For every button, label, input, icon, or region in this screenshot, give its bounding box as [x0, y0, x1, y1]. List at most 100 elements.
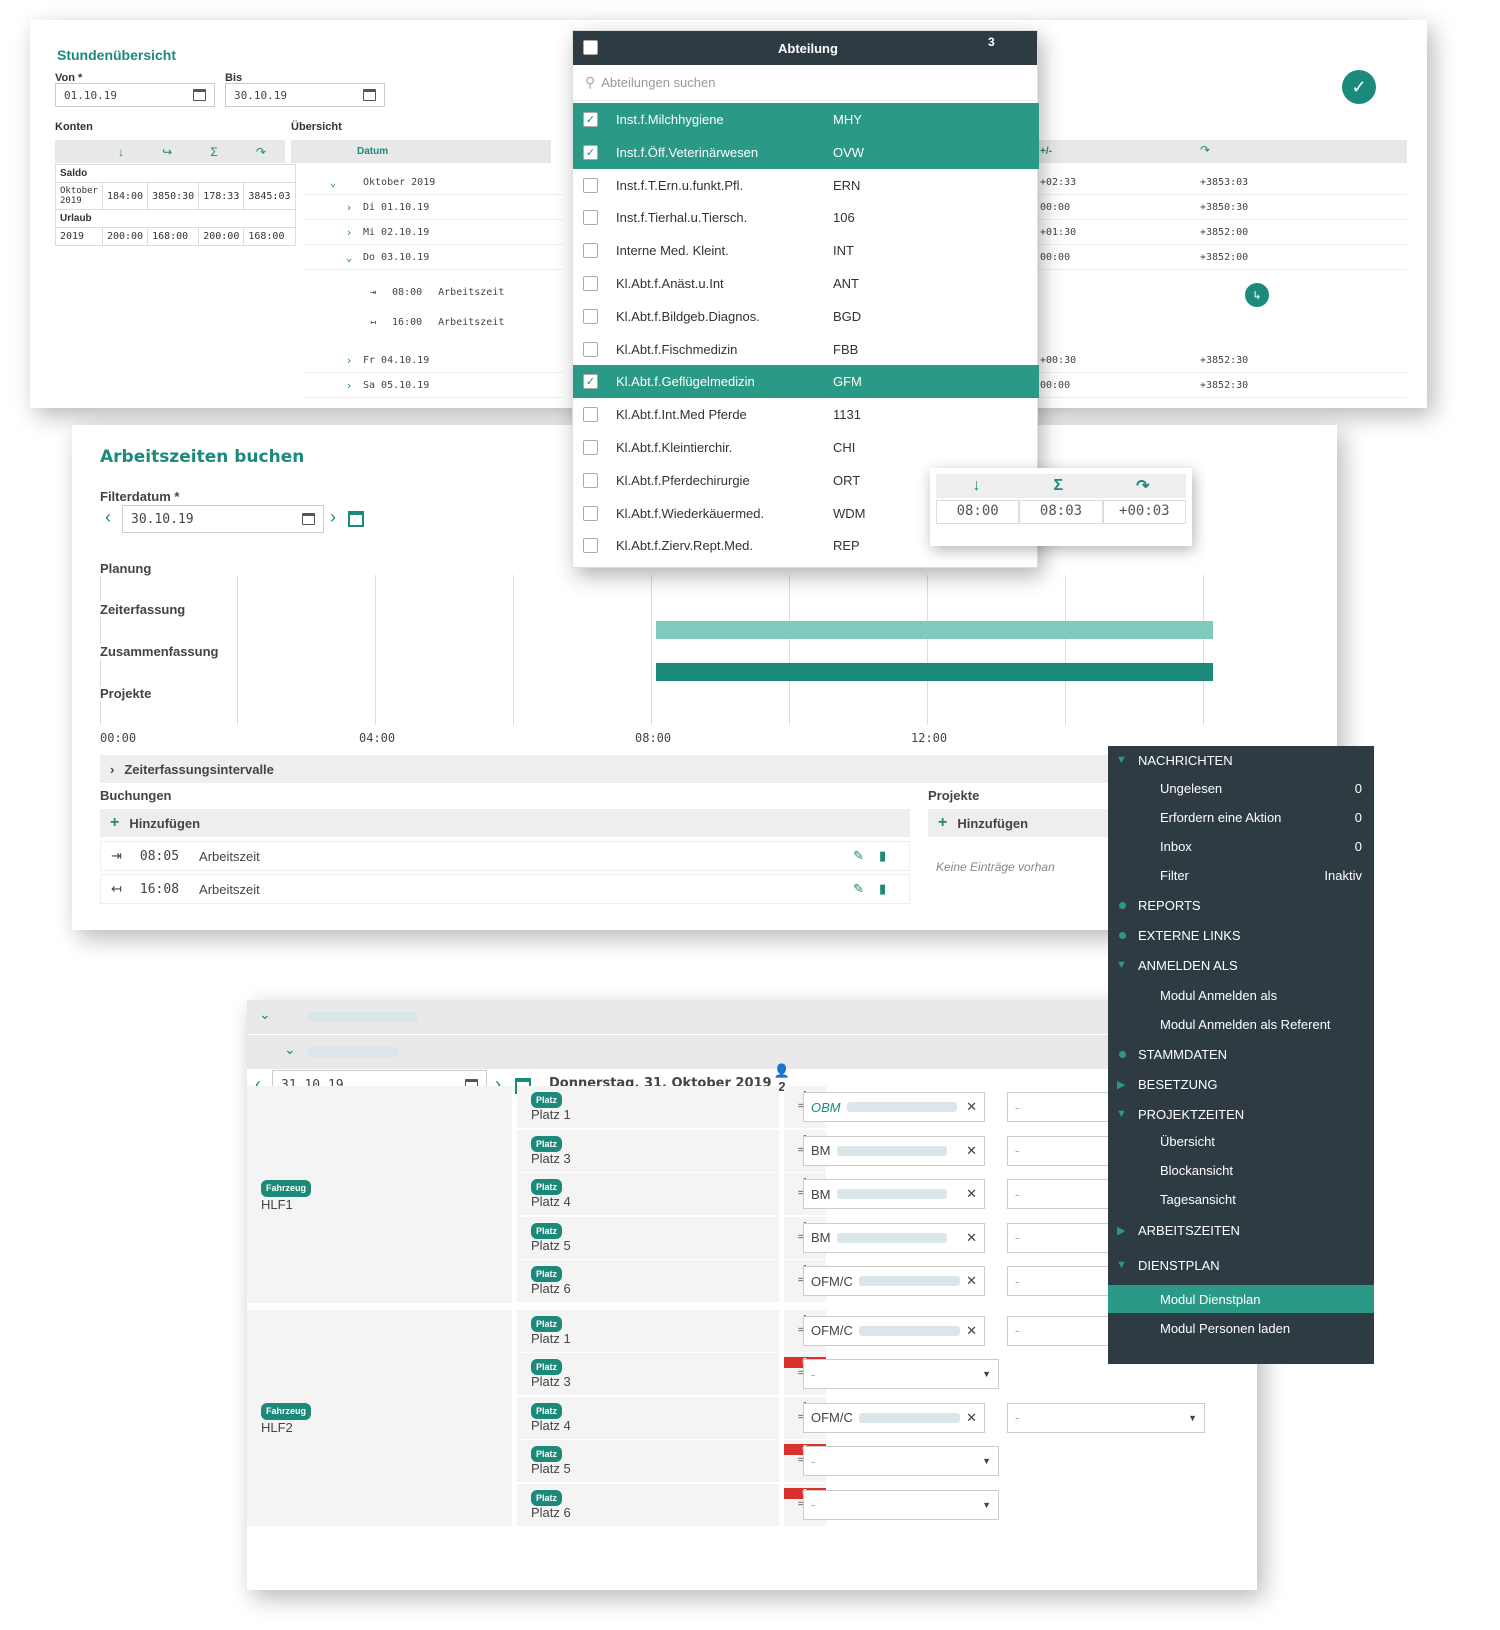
abteilung-option[interactable]: ✓ Kl.Abt.f.Geflügelmedizin GFM [573, 365, 1039, 399]
nav-item[interactable]: Filter Inaktiv [1108, 861, 1374, 889]
close-icon[interactable]: ✕ [966, 1410, 977, 1426]
person-select[interactable]: BM ✕ [803, 1222, 985, 1253]
abteilung-option[interactable]: Inst.f.Tierhal.u.Tiersch. 106 [573, 201, 1039, 234]
close-icon[interactable]: ✕ [966, 1273, 977, 1289]
nav-item[interactable]: Modul Anmelden als [1108, 981, 1374, 1009]
option-checkbox[interactable] [583, 308, 598, 324]
nav-item[interactable]: REPORTS [1108, 891, 1374, 919]
buchung-add-button[interactable]: + Hinzufügen [100, 809, 910, 837]
bis-date-input[interactable]: 30.10.19 [225, 83, 385, 107]
filterdatum-input[interactable]: 30.10.19 [122, 505, 324, 533]
abteilung-option[interactable]: Inst.f.T.Ern.u.funkt.Pfl. ERN [573, 169, 1039, 202]
overview-row[interactable]: › Mi 02.10.19 [303, 220, 563, 245]
abteilung-option[interactable]: Kl.Abt.f.Int.Med Pferde 1131 [573, 398, 1039, 431]
projekt-add-button[interactable]: + Hinzufügen [928, 809, 1110, 837]
zeiterfassung-bar[interactable] [656, 621, 1213, 639]
person-select[interactable]: OBM ✕ [803, 1092, 985, 1122]
overview-row-month[interactable]: ⌄ Oktober 2019 [303, 170, 563, 195]
chevron-right-icon[interactable]: › [303, 379, 363, 392]
nav-item[interactable]: EXTERNE LINKS [1108, 921, 1374, 949]
nav-item[interactable]: Inbox 0 [1108, 832, 1374, 860]
person-select[interactable]: BM ✕ [803, 1179, 985, 1209]
chevron-down-icon[interactable]: ⌄ [259, 1006, 271, 1023]
person-select[interactable]: OFM/C ✕ [803, 1402, 985, 1433]
chevron-left-icon[interactable]: ‹ [105, 507, 111, 528]
calendar-icon[interactable] [363, 89, 376, 101]
overview-row[interactable]: › Fr 04.10.19 [303, 348, 563, 373]
edit-icon[interactable]: ✎ [853, 848, 864, 864]
nav-item[interactable]: ▶ BESETZUNG [1108, 1070, 1374, 1098]
option-checkbox[interactable] [583, 407, 598, 423]
option-checkbox[interactable] [583, 440, 598, 455]
nav-item[interactable]: ▼ NACHRICHTEN [1108, 746, 1374, 774]
nav-item[interactable]: ▼ ANMELDEN ALS [1108, 951, 1374, 979]
list-item[interactable]: ↤ 16:08 Arbeitszeit ✎ ▮ [100, 874, 910, 904]
person-select[interactable]: OFM/C ✕ [803, 1266, 985, 1296]
option-checkbox[interactable] [583, 210, 598, 226]
abteilung-option[interactable]: ✓ Inst.f.Öff.Veterinärwesen OVW [573, 135, 1039, 169]
trash-icon[interactable]: ▮ [879, 848, 886, 864]
option-checkbox[interactable]: ✓ [583, 144, 598, 160]
nav-item[interactable]: Tagesansicht [1108, 1185, 1374, 1213]
zusammenfassung-bar[interactable] [656, 663, 1213, 681]
nav-item[interactable]: Blockansicht [1108, 1156, 1374, 1184]
chevron-down-icon[interactable]: ⌄ [284, 1041, 296, 1058]
nav-item[interactable]: Modul Anmelden als Referent [1108, 1010, 1374, 1038]
chevron-right-icon[interactable]: › [303, 201, 363, 214]
function-select[interactable]: -▼ [1007, 1402, 1205, 1433]
abteilung-option[interactable]: Kl.Abt.f.Anäst.u.Int ANT [573, 267, 1039, 300]
option-checkbox[interactable] [583, 505, 598, 521]
chevron-right-icon[interactable]: › [330, 507, 336, 528]
option-checkbox[interactable] [583, 472, 598, 488]
chevron-down-icon[interactable]: ⌄ [303, 176, 363, 189]
von-date-input[interactable]: 01.10.19 [55, 83, 215, 107]
overview-row[interactable]: › Sa 05.10.19 [303, 373, 563, 398]
abteilung-option[interactable]: Kl.Abt.f.Bildgeb.Diagnos. BGD [573, 300, 1039, 333]
chevron-down-icon[interactable]: ▼ [982, 1456, 991, 1466]
close-icon[interactable]: ✕ [966, 1230, 977, 1246]
person-select[interactable]: - ▼ [803, 1359, 999, 1389]
edit-icon[interactable]: ✎ [853, 881, 864, 897]
abteilung-option[interactable]: Interne Med. Kleint. INT [573, 234, 1039, 267]
trash-icon[interactable]: ▮ [879, 881, 886, 897]
calendar-icon[interactable] [193, 89, 206, 101]
nav-item[interactable]: Modul Dienstplan [1108, 1285, 1374, 1313]
nav-item[interactable]: Modul Personen laden [1108, 1314, 1374, 1342]
abteilung-search[interactable]: ⚲ Abteilungen suchen [573, 65, 1039, 101]
close-icon[interactable]: ✕ [966, 1099, 977, 1115]
chevron-down-icon[interactable]: ▼ [982, 1500, 991, 1510]
close-icon[interactable]: ✕ [966, 1186, 977, 1202]
close-icon[interactable]: ✕ [966, 1323, 977, 1339]
abteilung-option[interactable]: Kl.Abt.f.Fischmedizin FBB [573, 333, 1039, 366]
close-icon[interactable]: ✕ [966, 1143, 977, 1159]
person-select[interactable]: - ▼ [803, 1446, 999, 1476]
chevron-down-icon[interactable]: ▼ [982, 1369, 991, 1379]
group-header[interactable]: ⌄ [247, 1000, 1257, 1034]
nav-item[interactable]: Ungelesen 0 [1108, 774, 1374, 802]
today-calendar-icon[interactable] [348, 511, 364, 527]
nav-item[interactable]: ▶ ARBEITSZEITEN [1108, 1216, 1374, 1244]
nav-item[interactable]: STAMMDATEN [1108, 1040, 1374, 1068]
subgroup-header[interactable]: ⌄ [247, 1035, 1257, 1069]
abteilung-option[interactable]: ✓ Inst.f.Milchhygiene MHY [573, 103, 1039, 136]
option-checkbox[interactable]: ✓ [583, 112, 598, 127]
person-select[interactable]: - ▼ [803, 1489, 999, 1520]
nav-item[interactable]: ▼ DIENSTPLAN [1108, 1251, 1374, 1279]
search-input[interactable]: Abteilungen suchen [601, 75, 715, 90]
option-checkbox[interactable] [583, 538, 598, 554]
nav-item[interactable]: Übersicht [1108, 1127, 1374, 1155]
calendar-icon[interactable] [302, 513, 315, 525]
zeiterfassungsintervalle-toggle[interactable]: › Zeiterfassungsintervalle [100, 755, 1110, 783]
nav-item[interactable]: ▼ PROJEKTZEITEN [1108, 1100, 1374, 1128]
list-item[interactable]: ⇥ 08:05 Arbeitszeit ✎ ▮ [100, 841, 910, 871]
chevron-right-icon[interactable]: › [303, 354, 363, 367]
person-select[interactable]: OFM/C ✕ [803, 1315, 985, 1346]
option-checkbox[interactable] [583, 243, 598, 259]
chevron-down-icon[interactable]: ⌄ [303, 251, 363, 264]
confirm-check-button[interactable]: ✓ [1342, 70, 1376, 104]
option-checkbox[interactable]: ✓ [583, 374, 598, 390]
abteilung-option[interactable]: Kl.Abt.f.Kleintierchir. CHI [573, 431, 1039, 464]
chevron-down-icon[interactable]: ▼ [1188, 1413, 1197, 1423]
nav-item[interactable]: Erfordern eine Aktion 0 [1108, 803, 1374, 831]
chevron-right-icon[interactable]: › [303, 226, 363, 239]
